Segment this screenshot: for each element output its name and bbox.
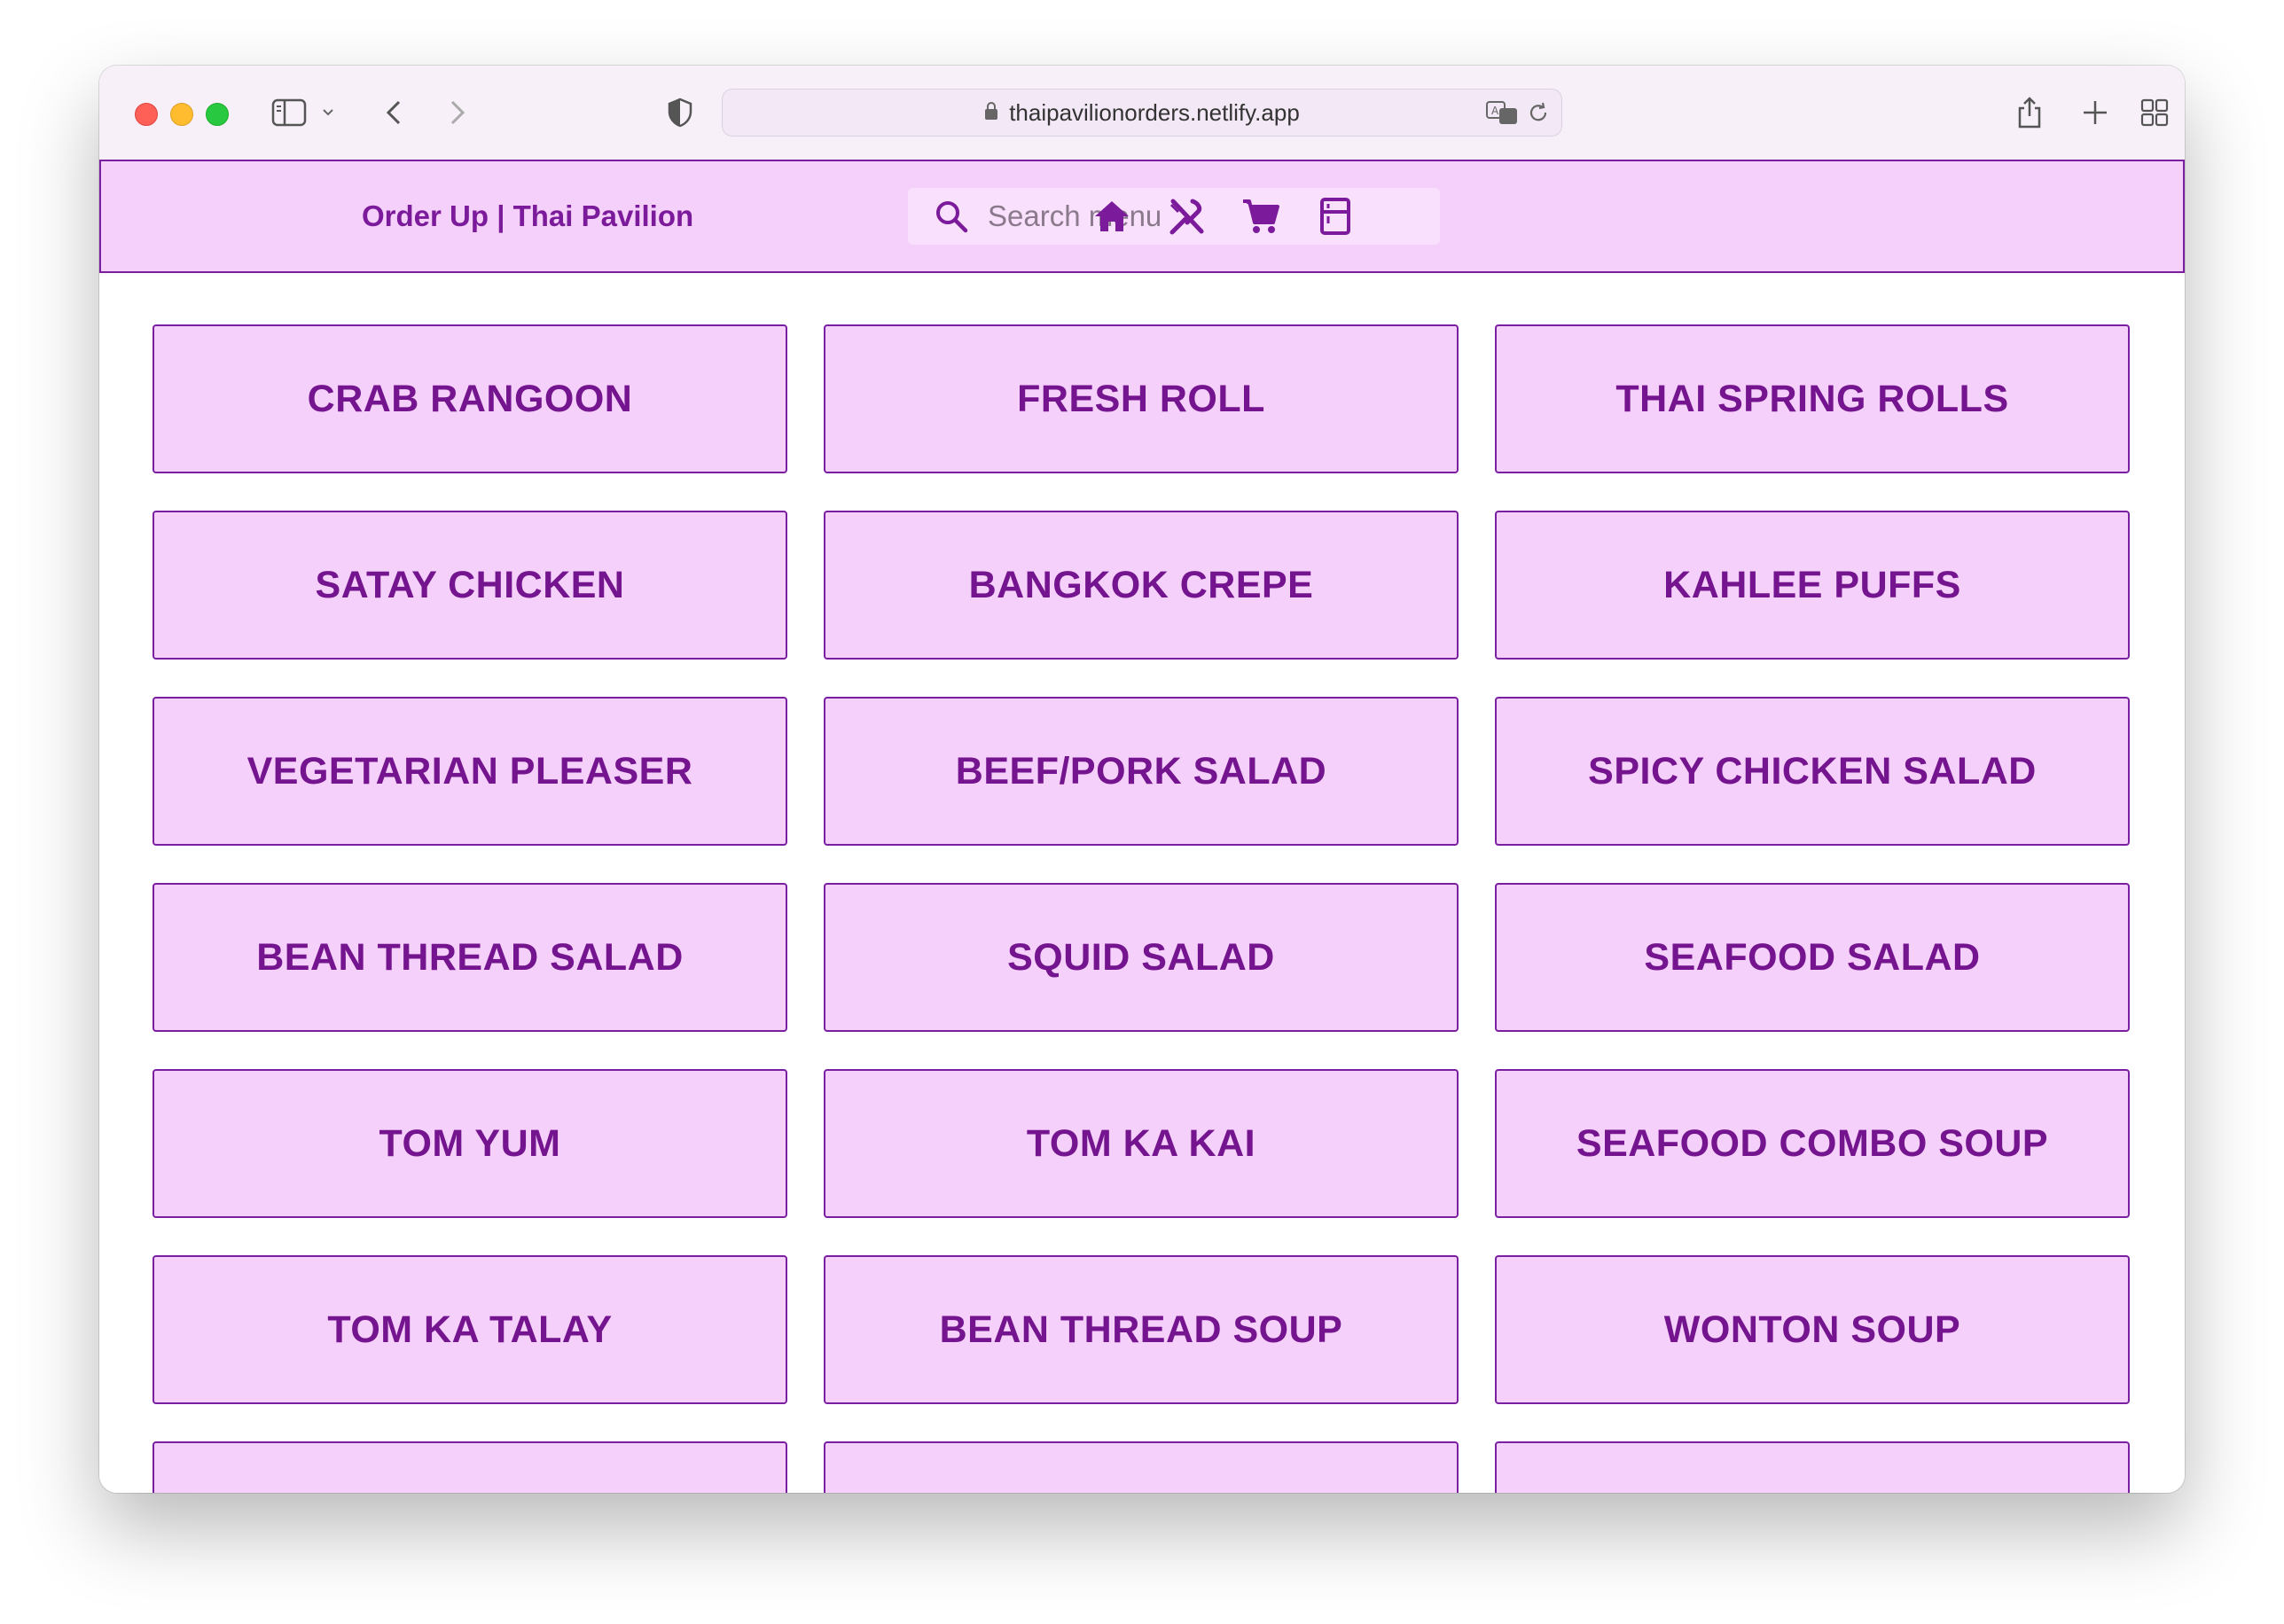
menu-item-button[interactable]: SEAFOOD SALAD [1495,883,2130,1032]
restaurant-icon[interactable] [1165,195,1208,238]
sidebar-toggle-icon[interactable] [271,92,307,133]
menu-item-button[interactable]: SPICY CHICKEN SALAD [1495,697,2130,846]
menu-item-button[interactable]: BEAN THREAD SALAD [153,883,787,1032]
menu-item-button[interactable]: VEGETARIAN PLEASER [153,697,787,846]
zoom-window-button[interactable] [206,103,229,126]
close-window-button[interactable] [135,103,158,126]
share-icon[interactable] [2016,92,2043,133]
app-brand-title[interactable]: Order Up | Thai Pavilion [362,161,693,271]
app-header: Order Up | Thai Pavilion [99,160,2185,273]
menu-item-button[interactable]: SQUID SALAD [824,883,1459,1032]
menu-item-button[interactable]: SEAFOOD COMBO SOUP [1495,1069,2130,1218]
lock-icon [984,99,998,127]
forward-icon[interactable] [447,92,468,133]
address-bar[interactable]: thaipavilionorders.netlify.app A [722,89,1562,137]
browser-toolbar: thaipavilionorders.netlify.app A [99,66,2185,160]
menu-item-button[interactable] [824,1441,1459,1493]
menu-item-button[interactable]: FRESH ROLL [824,324,1459,473]
menu-item-button[interactable]: CRAB RANGOON [153,324,787,473]
menu-content: CRAB RANGOON FRESH ROLL THAI SPRING ROLL… [99,273,2185,1493]
menu-item-button[interactable]: BANGKOK CREPE [824,511,1459,660]
kitchen-icon[interactable] [1314,195,1357,238]
tab-overview-icon[interactable] [2140,92,2169,133]
menu-item-button[interactable]: KAHLEE PUFFS [1495,511,2130,660]
svg-text:A: A [1491,105,1499,117]
menu-item-button[interactable]: TOM YUM [153,1069,787,1218]
menu-grid: CRAB RANGOON FRESH ROLL THAI SPRING ROLL… [153,324,2130,1493]
new-tab-icon[interactable] [2082,92,2108,133]
translate-icon[interactable]: A [1485,99,1519,130]
search-icon [935,199,968,233]
back-icon[interactable] [383,92,404,133]
privacy-shield-icon[interactable] [667,92,693,133]
menu-item-button[interactable]: TOM KA TALAY [153,1255,787,1404]
menu-item-button[interactable]: SATAY CHICKEN [153,511,787,660]
menu-item-button[interactable]: THAI SPRING ROLLS [1495,324,2130,473]
address-url: thaipavilionorders.netlify.app [1009,98,1300,126]
menu-item-button[interactable] [1495,1441,2130,1493]
home-icon[interactable] [1091,195,1133,238]
chevron-down-icon[interactable] [321,92,335,133]
cart-icon[interactable] [1240,195,1282,238]
menu-item-button[interactable]: WONTON SOUP [1495,1255,2130,1404]
menu-item-button[interactable]: BEAN THREAD SOUP [824,1255,1459,1404]
reload-icon[interactable] [1526,100,1551,129]
browser-window: thaipavilionorders.netlify.app A Order U… [99,66,2185,1493]
menu-item-button[interactable]: TOM KA KAI [824,1069,1459,1218]
minimize-window-button[interactable] [170,103,193,126]
menu-item-button[interactable]: BEEF/PORK SALAD [824,697,1459,846]
menu-item-button[interactable] [153,1441,787,1493]
